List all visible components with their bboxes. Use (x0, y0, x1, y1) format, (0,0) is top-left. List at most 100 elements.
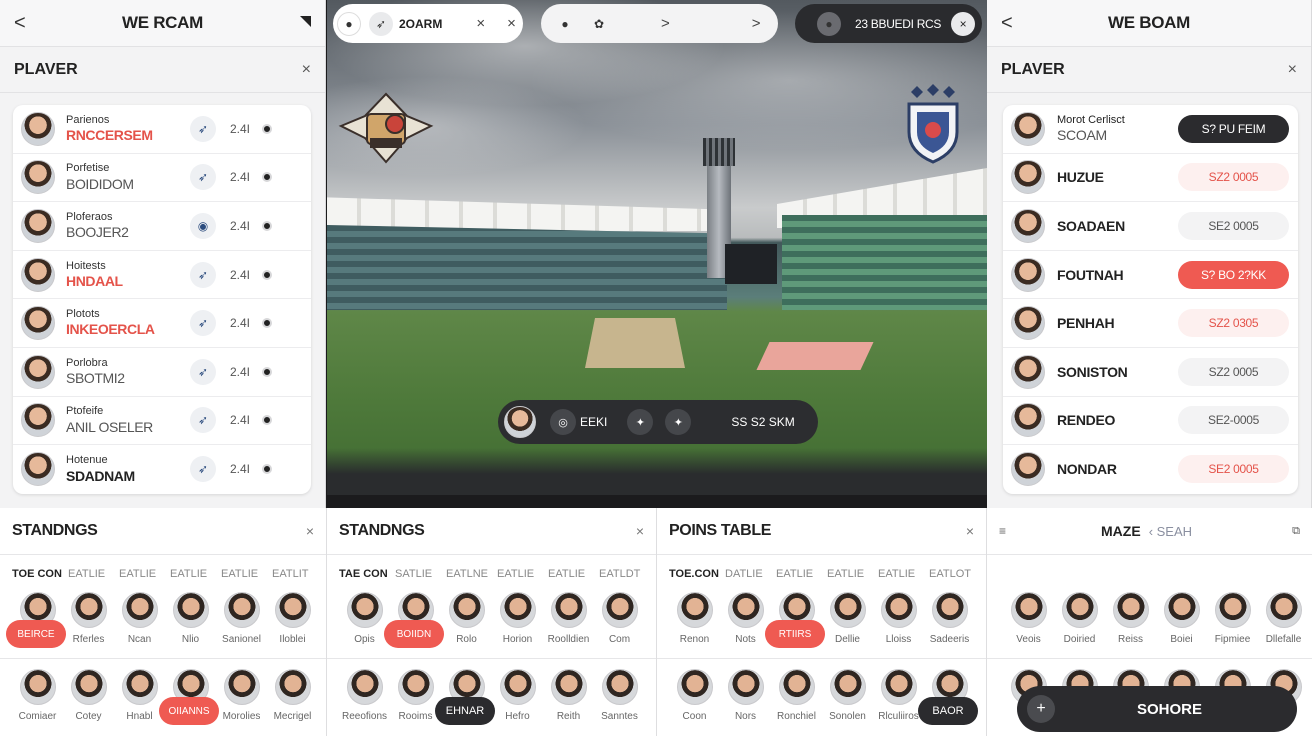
status-badge[interactable]: BOIIDN (384, 620, 444, 648)
status-badge[interactable]: OIIANNS (159, 697, 219, 725)
player-row[interactable]: PENHAH SZ2 0305 (1003, 299, 1298, 348)
column-header[interactable]: EATLIE (170, 568, 221, 580)
gear-icon[interactable]: ✿ (587, 11, 611, 36)
face-cell[interactable]: Lloiss (873, 592, 924, 658)
chevron-right-icon[interactable]: > (661, 15, 670, 32)
face-cell[interactable]: BAOR (918, 669, 978, 736)
column-header[interactable]: TAE CON (339, 568, 395, 580)
window-icon[interactable]: ⧉ (1292, 525, 1300, 538)
status-badge[interactable]: EHNAR (435, 697, 495, 725)
price-button[interactable]: S? PU FEIM (1178, 114, 1289, 143)
face-cell[interactable]: Rolo (441, 592, 492, 658)
player-row[interactable]: Porfetise BOIDIDOM ➶ 2.4I (13, 154, 311, 203)
face-cell[interactable]: Sadeeris (924, 592, 975, 658)
face-cell[interactable]: Dellie (822, 592, 873, 658)
media-tab-3[interactable]: ● 23 BBUEDI RCS × (795, 4, 982, 43)
price-button[interactable]: SZ2 0005 (1178, 163, 1289, 192)
player-row[interactable]: Parienos RNCCERSEM ➶ 2.4I (13, 105, 311, 154)
face-cell[interactable]: Com (594, 592, 645, 658)
face-cell[interactable]: Sanntes (594, 669, 645, 736)
face-cell[interactable]: Renon (669, 592, 720, 658)
menu-icon[interactable]: ≡ (999, 524, 1006, 538)
player-row[interactable]: Ptofeife ANIL OSELER ➶ 2.4I (13, 397, 311, 446)
radio-dot[interactable] (262, 220, 273, 231)
status-badge[interactable]: BAOR (918, 697, 978, 725)
face-cell[interactable]: Sonolen (822, 669, 873, 736)
price-button[interactable]: S? BO 2?KK (1178, 260, 1289, 289)
status-badge[interactable]: BEIRCE (6, 620, 66, 648)
radio-dot[interactable] (262, 366, 273, 377)
ball-icon[interactable]: ● (337, 11, 361, 36)
player-row[interactable]: RENDEO SE2-0005 (1003, 397, 1298, 446)
shoe-icon[interactable]: ➶ (190, 310, 216, 337)
close-icon[interactable]: × (966, 523, 974, 539)
column-header[interactable]: EATLDT (599, 568, 650, 580)
face-cell[interactable]: Morolies (216, 669, 267, 736)
player-row[interactable]: HUZUE SZ2 0005 (1003, 154, 1298, 203)
price-button[interactable]: SE2-0005 (1178, 406, 1289, 435)
face-cell[interactable]: Nors (720, 669, 771, 736)
media-tab-1[interactable]: ● ➶ 2OARM × × (333, 4, 523, 43)
face-cell[interactable]: Veois (1003, 592, 1054, 658)
player-row[interactable]: NONDAR SE2 0005 (1003, 445, 1298, 494)
face-cell[interactable]: Ncan (114, 592, 165, 658)
radio-dot[interactable] (262, 172, 273, 183)
chevron-right-icon[interactable]: > (752, 15, 761, 32)
column-header[interactable]: EATLIE (68, 568, 119, 580)
shoe-icon[interactable]: ➶ (190, 164, 216, 191)
face-cell[interactable]: Doiried (1054, 592, 1105, 658)
search-link[interactable]: ‹ SEAH (1149, 524, 1192, 539)
face-cell[interactable]: Reith (543, 669, 594, 736)
radio-dot[interactable] (262, 123, 273, 134)
face-cell[interactable]: Iloblei (267, 592, 318, 658)
player-row[interactable]: Ploferaos BOOJER2 ◉ 2.4I (13, 202, 311, 251)
shoe-icon[interactable]: ➶ (190, 358, 216, 385)
radio-dot[interactable] (262, 464, 273, 475)
column-header[interactable]: EATLIE (548, 568, 599, 580)
close-icon[interactable]: × (951, 11, 976, 36)
price-button[interactable]: SZ2 0305 (1178, 309, 1289, 338)
face-cell[interactable]: BEIRCE (6, 592, 66, 658)
column-header[interactable]: DATLIE (725, 568, 776, 580)
column-header[interactable]: EATLIT (272, 568, 323, 580)
column-header[interactable]: EATLIE (776, 568, 827, 580)
face-cell[interactable]: Horion (492, 592, 543, 658)
plus-icon[interactable]: + (1027, 695, 1055, 723)
face-cell[interactable]: Roolldien (543, 592, 594, 658)
face-cell[interactable]: Sanionel (216, 592, 267, 658)
ball-icon[interactable]: ◉ (190, 212, 216, 239)
face-cell[interactable]: Rferles (63, 592, 114, 658)
face-cell[interactable]: Opis (339, 592, 390, 658)
shoe-icon[interactable]: ➶ (190, 407, 216, 434)
column-header[interactable]: TOE CON (12, 568, 68, 580)
column-header[interactable]: TOE.CON (669, 568, 725, 580)
face-cell[interactable]: Comiaer (12, 669, 63, 736)
close-icon[interactable]: × (1288, 61, 1297, 79)
player-row[interactable]: SONISTON SZ2 0005 (1003, 348, 1298, 397)
column-header[interactable]: SATLIE (395, 568, 446, 580)
price-button[interactable]: SZ2 0005 (1178, 357, 1289, 386)
player-row[interactable]: Hoitests HNDAAL ➶ 2.4I (13, 251, 311, 300)
close-icon[interactable]: × (306, 523, 314, 539)
face-cell[interactable]: Hnabl (114, 669, 165, 736)
face-cell[interactable]: Boiei (1156, 592, 1207, 658)
navigation-icon[interactable]: ✦ (665, 409, 692, 435)
column-header[interactable]: EATLOT (929, 568, 980, 580)
back-icon[interactable]: < (14, 12, 26, 35)
close-icon[interactable]: × (476, 15, 485, 32)
avatar[interactable] (504, 406, 536, 438)
face-cell[interactable]: BOIIDN (384, 592, 444, 658)
face-cell[interactable]: Nlio (165, 592, 216, 658)
face-cell[interactable]: Fipmiee (1207, 592, 1258, 658)
player-row[interactable]: Plotots INKEOERCLA ➶ 2.4I (13, 299, 311, 348)
flag-icon[interactable] (300, 16, 311, 27)
player-row[interactable]: SOADAEN SE2 0005 (1003, 202, 1298, 251)
face-cell[interactable]: Mecrigel (267, 669, 318, 736)
face-cell[interactable]: RTIIRS (765, 592, 825, 658)
navigation-icon[interactable]: ✦ (627, 409, 654, 435)
player-row[interactable]: Porlobra SBOTMI2 ➶ 2.4I (13, 348, 311, 397)
face-cell[interactable]: Reiss (1105, 592, 1156, 658)
radio-dot[interactable] (262, 318, 273, 329)
face-cell[interactable]: Rooims (390, 669, 441, 736)
ball-icon[interactable]: ● (553, 11, 577, 36)
